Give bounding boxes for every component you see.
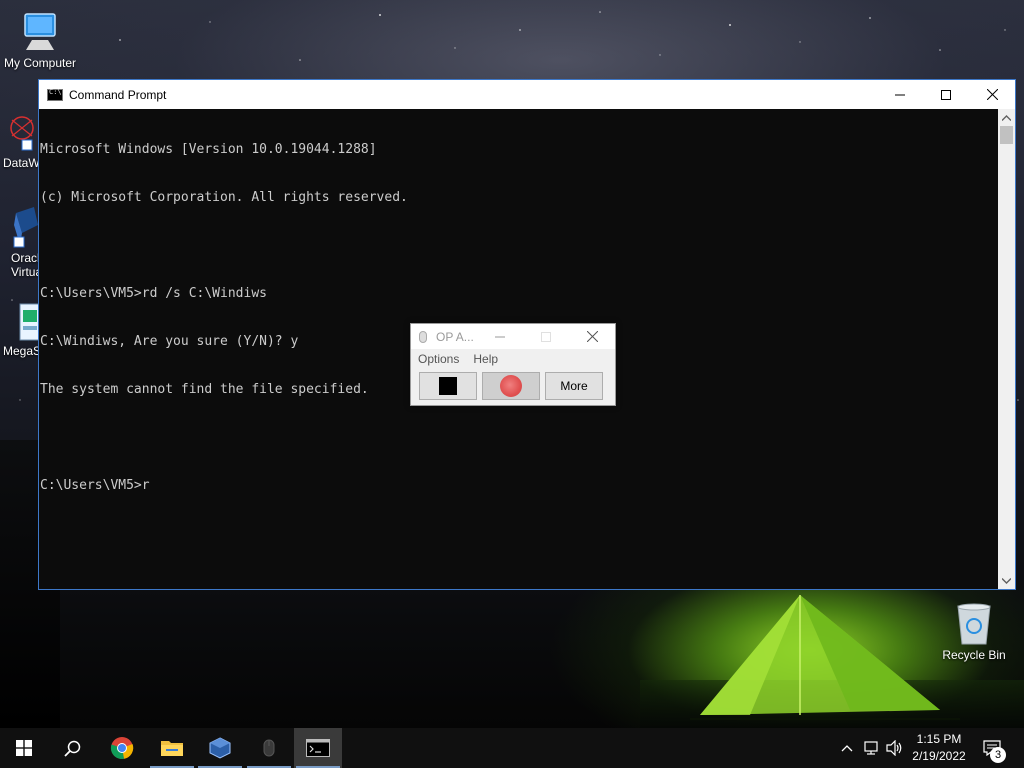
op-window-title: OP A... xyxy=(436,329,474,344)
close-icon xyxy=(586,331,598,342)
virtualbox-icon xyxy=(209,737,231,759)
taskbar-chrome[interactable] xyxy=(98,728,146,768)
console-input-line[interactable]: C:\Users\VM5>r xyxy=(40,478,999,494)
desktop-icon-label: Oracl Virtua xyxy=(11,251,43,279)
search-button[interactable] xyxy=(48,728,96,768)
scrollbar-thumb[interactable] xyxy=(1000,126,1013,144)
mouse-icon xyxy=(419,330,427,343)
desktop-icon-megasync[interactable]: MegaS xyxy=(0,302,42,358)
tray-overflow-button[interactable] xyxy=(838,728,856,768)
console-line: C:\Users\VM5>rd /s C:\Windiws xyxy=(40,286,267,301)
minimize-icon xyxy=(495,336,505,337)
taskbar: 1:15 PM 2/19/2022 xyxy=(0,728,1024,768)
desktop-icon-label: My Computer xyxy=(3,56,77,70)
stop-button[interactable] xyxy=(419,372,477,400)
cmd-titlebar[interactable]: Command Prompt xyxy=(39,80,1015,109)
desktop-icon-datawc[interactable]: DataWC xyxy=(0,110,49,170)
chevron-up-icon xyxy=(1002,114,1011,121)
speaker-icon xyxy=(886,740,902,756)
tent-illustration xyxy=(690,595,960,720)
op-minimize-button[interactable] xyxy=(477,324,523,349)
taskbar-clock[interactable]: 1:15 PM 2/19/2022 xyxy=(905,731,973,765)
tray-network[interactable] xyxy=(860,728,882,768)
op-maximize-button xyxy=(523,324,569,349)
cmd-app-icon xyxy=(47,88,63,101)
minimize-icon xyxy=(895,94,905,95)
chevron-down-icon xyxy=(1002,577,1011,584)
network-icon xyxy=(864,741,878,755)
desktop-icon-my-computer[interactable]: My Computer xyxy=(0,10,80,70)
op-titlebar[interactable]: OP A... xyxy=(411,324,615,349)
record-icon xyxy=(500,375,522,397)
taskbar-command-prompt[interactable] xyxy=(294,728,342,768)
op-close-button[interactable] xyxy=(569,324,615,349)
recycle-bin-icon xyxy=(957,603,991,645)
vertical-scrollbar[interactable] xyxy=(998,109,1015,589)
maximize-icon xyxy=(541,331,551,342)
windows-logo-icon xyxy=(16,740,32,756)
search-icon xyxy=(63,740,80,757)
mouse-icon xyxy=(263,739,275,757)
op-menubar: Options Help xyxy=(411,349,615,369)
menu-help[interactable]: Help xyxy=(473,352,498,366)
menu-options[interactable]: Options xyxy=(418,352,459,366)
stop-icon xyxy=(439,377,457,395)
datawc-icon xyxy=(10,116,34,151)
desktop-icon-oracle-virtualbox[interactable]: Oracl Virtua xyxy=(0,205,43,279)
more-button[interactable]: More xyxy=(545,372,603,400)
notification-count-badge: 3 xyxy=(990,747,1006,763)
close-icon xyxy=(986,89,998,100)
clock-time: 1:15 PM xyxy=(916,732,962,746)
folder-icon xyxy=(161,741,183,756)
record-button[interactable] xyxy=(482,372,540,400)
maximize-icon xyxy=(941,89,951,100)
desktop-icon-label: Recycle Bin xyxy=(942,648,1006,662)
scroll-up-button[interactable] xyxy=(998,109,1015,126)
clock-date: 2/19/2022 xyxy=(912,749,966,763)
console-line: (c) Microsoft Corporation. All rights re… xyxy=(40,190,408,205)
maximize-button[interactable] xyxy=(923,80,969,109)
scroll-down-button[interactable] xyxy=(998,572,1015,589)
tray-volume[interactable] xyxy=(884,728,906,768)
taskbar-file-explorer[interactable] xyxy=(148,728,196,768)
desktop-icon-recycle-bin[interactable]: Recycle Bin xyxy=(934,602,1014,662)
minimize-button[interactable] xyxy=(877,80,923,109)
desktop-icon-label: DataWC xyxy=(3,156,49,170)
console-line: Microsoft Windows [Version 10.0.19044.12… xyxy=(40,142,377,157)
terminal-icon xyxy=(306,739,330,757)
window-title: Command Prompt xyxy=(69,87,167,102)
chevron-up-icon xyxy=(841,745,853,752)
taskbar-op-auto-clicker[interactable] xyxy=(245,728,293,768)
desktop-icon-label: MegaS xyxy=(3,344,42,358)
start-button[interactable] xyxy=(0,728,48,768)
close-button[interactable] xyxy=(969,80,1015,109)
taskbar-virtualbox[interactable] xyxy=(196,728,244,768)
chrome-icon xyxy=(110,737,134,759)
op-auto-clicker-window[interactable]: OP A... Options Help More xyxy=(410,323,616,406)
computer-icon xyxy=(24,13,56,50)
